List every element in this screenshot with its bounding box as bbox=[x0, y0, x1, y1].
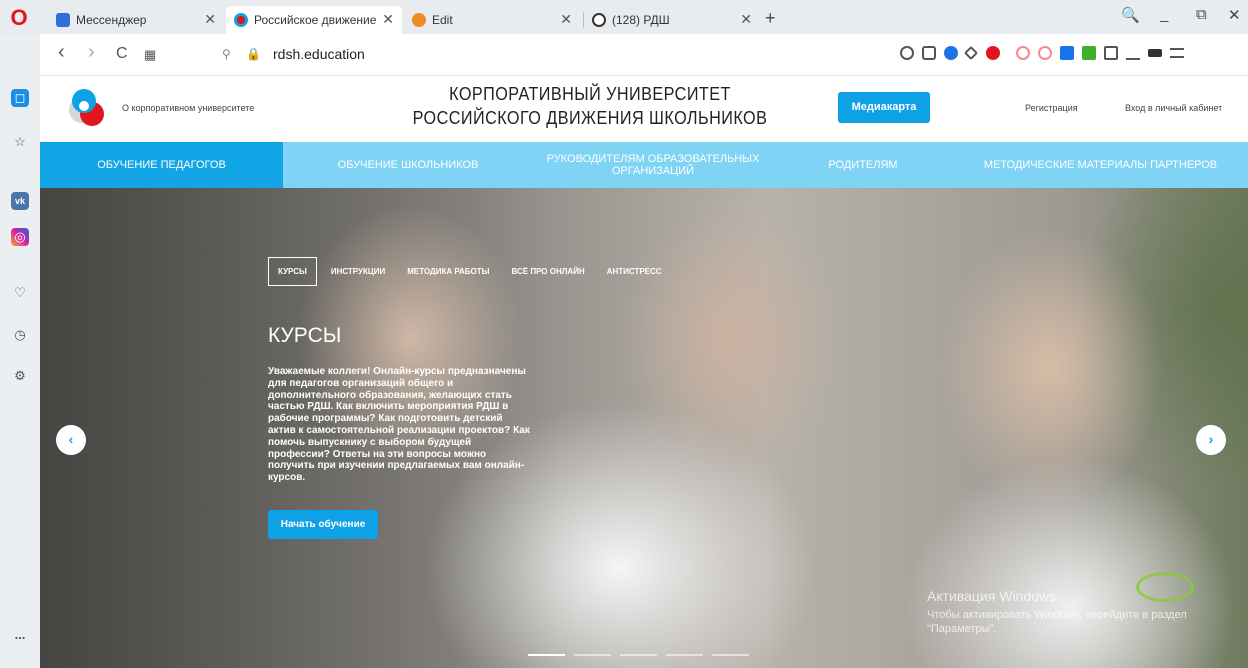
tab-title: (128) РДШ bbox=[612, 13, 670, 27]
opera-logo-icon[interactable]: O bbox=[8, 7, 30, 29]
about-university-link[interactable]: О корпоративном университете bbox=[122, 103, 254, 113]
opera-home-icon[interactable]: ◻ bbox=[11, 89, 29, 107]
login-link[interactable]: Вход в личный кабинет bbox=[1125, 103, 1222, 113]
history-clock-icon[interactable]: ◷ bbox=[11, 326, 29, 344]
speed-dial-button[interactable]: ▦ bbox=[144, 47, 156, 63]
watermark-text: Чтобы активировать Windows, перейдите в … bbox=[927, 609, 1187, 635]
instagram-icon[interactable]: ◎ bbox=[11, 228, 29, 246]
reload-button[interactable]: C bbox=[116, 45, 128, 63]
extension-icon[interactable] bbox=[1082, 46, 1096, 60]
windows-activation-watermark: Активация Windows Чтобы активировать Win… bbox=[927, 588, 1217, 636]
search-site-icon[interactable]: ⚲ bbox=[222, 47, 231, 61]
site-header: О корпоративном университете Корпоративн… bbox=[40, 76, 1248, 142]
close-window-button[interactable]: ✕ bbox=[1228, 6, 1241, 24]
hero-tab-courses[interactable]: Курсы bbox=[268, 256, 317, 286]
find-icon[interactable] bbox=[900, 46, 914, 60]
watermark-title: Активация Windows bbox=[927, 588, 1057, 604]
easy-setup-icon[interactable] bbox=[1170, 48, 1184, 58]
tab-title: Российское движение шк bbox=[254, 13, 378, 27]
download-icon[interactable] bbox=[1126, 46, 1140, 60]
vk-icon[interactable]: vk bbox=[11, 192, 29, 210]
forward-button[interactable]: › bbox=[88, 41, 95, 64]
main-navigation: Обучение педагогов Обучение школьников Р… bbox=[40, 142, 1248, 188]
edit-favicon-icon bbox=[412, 13, 426, 27]
snapshot-icon[interactable] bbox=[922, 46, 936, 60]
nav-item-teachers[interactable]: Обучение педагогов bbox=[40, 142, 283, 188]
back-button[interactable]: ‹ bbox=[58, 41, 65, 64]
hero-tab-methods[interactable]: Методика работы bbox=[407, 267, 489, 276]
slider-dot[interactable] bbox=[574, 654, 611, 656]
page-title: Корпоративный университет Российского дв… bbox=[412, 84, 768, 128]
start-learning-button[interactable]: Начать обучение bbox=[268, 510, 378, 539]
url-field[interactable]: rdsh.education bbox=[273, 46, 365, 62]
browser-tab-messenger[interactable]: Мессенджер ✕ bbox=[48, 6, 224, 34]
vk-favicon-icon bbox=[592, 13, 606, 27]
slider-dot[interactable] bbox=[620, 654, 657, 656]
tab-title: Edit bbox=[432, 13, 453, 27]
timer-icon[interactable] bbox=[1038, 46, 1052, 60]
browser-tab-strip: O Мессенджер ✕ Российское движение шк ✕ … bbox=[0, 0, 1248, 34]
tab-close-icon[interactable]: ✕ bbox=[382, 11, 394, 28]
hero-tab-online[interactable]: Всё про онлайн bbox=[512, 267, 585, 276]
slider-next-button[interactable]: › bbox=[1196, 425, 1226, 455]
slider-dots bbox=[528, 654, 758, 656]
nav-item-partner-materials[interactable]: Методические материалы партнеров bbox=[953, 142, 1248, 188]
slider-prev-button[interactable]: ‹ bbox=[56, 425, 86, 455]
flow-icon[interactable] bbox=[963, 45, 979, 61]
hero-description: Уважаемые коллеги! Онлайн-курсы предназн… bbox=[268, 366, 530, 484]
lock-icon[interactable]: 🔒 bbox=[246, 47, 261, 61]
nav-item-students[interactable]: Обучение школьников bbox=[283, 142, 533, 188]
hero-slider: Курсы Инструкции Методика работы Всё про… bbox=[40, 188, 1248, 668]
rdsh-favicon-icon bbox=[234, 13, 248, 27]
minimize-button[interactable]: _ bbox=[1160, 6, 1168, 23]
slider-dot[interactable] bbox=[528, 654, 565, 656]
rdsh-logo-icon[interactable] bbox=[66, 84, 108, 132]
nav-item-parents[interactable]: Родителям bbox=[773, 142, 953, 188]
bookmarks-star-icon[interactable]: ☆ bbox=[11, 133, 29, 151]
heart-icon[interactable]: ♡ bbox=[11, 284, 29, 302]
settings-gear-icon[interactable]: ⚙ bbox=[11, 367, 29, 385]
nav-item-school-leaders[interactable]: Руководителям образовательных организаци… bbox=[533, 142, 773, 188]
address-bar: ‹ › C ▦ ⚲ 🔒 rdsh.education bbox=[40, 34, 1248, 76]
hero-tab-instructions[interactable]: Инструкции bbox=[331, 267, 385, 276]
maximize-button[interactable]: ⧉ bbox=[1196, 6, 1207, 23]
tab-close-icon[interactable]: ✕ bbox=[560, 11, 572, 28]
messenger-favicon-icon bbox=[56, 13, 70, 27]
tab-close-icon[interactable]: ✕ bbox=[204, 11, 216, 28]
cart-icon[interactable] bbox=[1060, 46, 1074, 60]
more-dots-icon[interactable]: ... bbox=[11, 626, 29, 644]
new-tab-button[interactable]: + bbox=[765, 8, 776, 29]
hero-heading: Курсы bbox=[268, 324, 342, 347]
tab-search-icon[interactable]: 🔍 bbox=[1121, 6, 1140, 24]
browser-tab-rdsh[interactable]: Российское движение шк ✕ bbox=[226, 6, 402, 34]
hero-tabs: Курсы Инструкции Методика работы Всё про… bbox=[268, 256, 684, 286]
browser-tab-edit[interactable]: Edit ✕ bbox=[404, 6, 580, 34]
browser-tab-vk-rdsh[interactable]: (128) РДШ ✕ bbox=[584, 6, 760, 34]
hero-tab-antistress[interactable]: Антистресс bbox=[607, 267, 662, 276]
slider-dot[interactable] bbox=[712, 654, 749, 656]
tab-close-icon[interactable]: ✕ bbox=[740, 11, 752, 28]
mediamap-button[interactable]: Медиакарта bbox=[838, 92, 930, 123]
tab-title: Мессенджер bbox=[76, 13, 147, 27]
cube-icon[interactable] bbox=[1104, 46, 1118, 60]
slider-dot[interactable] bbox=[666, 654, 703, 656]
battery-icon[interactable] bbox=[1148, 49, 1162, 57]
cloud-icon[interactable] bbox=[1016, 46, 1030, 60]
register-link[interactable]: Регистрация bbox=[1025, 103, 1078, 113]
opera-sidebar: ◻ ☆ vk ◎ ♡ ◷ ⚙ ... bbox=[0, 34, 40, 668]
heart-icon[interactable] bbox=[986, 46, 1000, 60]
vpn-shield-icon[interactable] bbox=[944, 46, 958, 60]
